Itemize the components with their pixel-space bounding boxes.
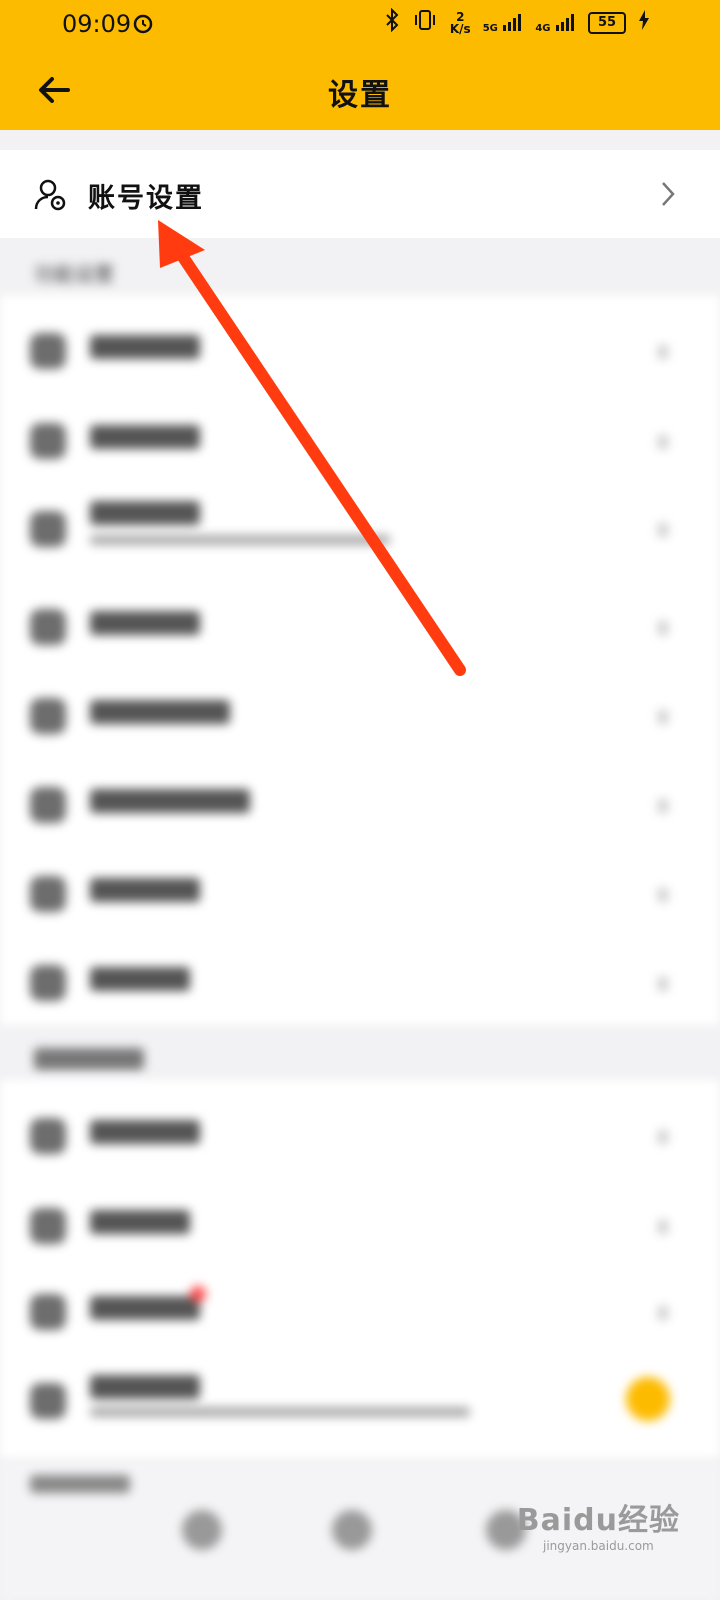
list-item[interactable] <box>0 1355 720 1445</box>
bluetooth-icon <box>384 7 400 38</box>
battery-indicator: 55 <box>588 12 626 34</box>
section-label-features: 功能设置 <box>34 262 114 286</box>
blurred-settings-list-2 <box>0 1080 720 1460</box>
signal-4g: 4G <box>535 13 576 34</box>
list-item[interactable] <box>0 1266 720 1356</box>
chevron-right-icon <box>660 180 676 212</box>
charging-icon <box>638 10 650 36</box>
app-header: 09:09 2 K/s 5G 4G 55 设置 <box>0 0 720 130</box>
status-bar: 09:09 2 K/s 5G 4G 55 <box>0 0 720 50</box>
status-time: 09:09 <box>62 10 132 38</box>
watermark-brand: Baidu经验 <box>516 1503 680 1538</box>
signal-4g-label: 4G <box>535 22 551 34</box>
page-title: 设置 <box>328 78 392 113</box>
signal-5g: 5G <box>483 13 524 34</box>
nav-row: 设置 <box>0 50 720 130</box>
list-item[interactable] <box>0 759 720 849</box>
list-item[interactable] <box>0 1090 720 1180</box>
watermark-url: jingyan.baidu.com <box>543 1539 654 1553</box>
network-speed: 2 K/s <box>450 11 471 35</box>
list-item[interactable] <box>0 483 720 573</box>
account-settings-row[interactable]: 账号设置 <box>0 150 720 238</box>
blurred-settings-list <box>0 295 720 1025</box>
signal-5g-label: 5G <box>482 22 498 34</box>
list-item[interactable] <box>0 395 720 485</box>
list-item[interactable] <box>0 305 720 395</box>
speed-unit: K/s <box>449 22 471 36</box>
account-settings-label: 账号设置 <box>88 183 204 214</box>
list-item[interactable] <box>0 581 720 671</box>
list-item[interactable] <box>0 1180 720 1270</box>
list-item[interactable] <box>0 670 720 760</box>
list-item[interactable] <box>0 848 720 938</box>
list-item[interactable] <box>0 937 720 1027</box>
vibrate-icon <box>412 9 438 37</box>
alarm-icon <box>132 12 154 40</box>
user-settings-icon <box>34 178 68 216</box>
watermark: Baidu经验 jingyan.baidu.com <box>517 1495 680 1553</box>
section-label-blurred <box>34 1048 144 1070</box>
